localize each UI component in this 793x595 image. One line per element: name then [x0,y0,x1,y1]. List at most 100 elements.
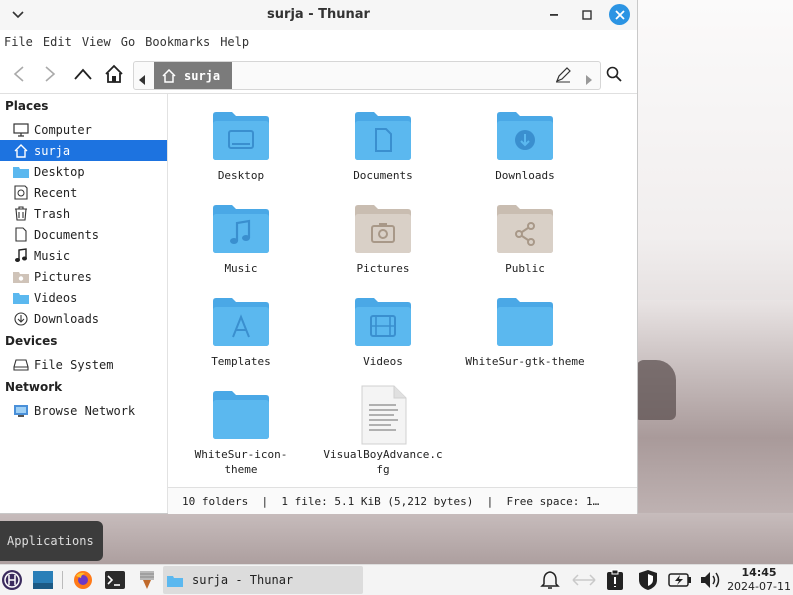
clock-date: 2024-07-11 [727,580,791,593]
taskbar-window-label: surja - Thunar [192,573,294,587]
file-label: WhiteSur-icon- theme [194,448,288,476]
sidebar-item-music[interactable]: Music [0,245,167,266]
sidebar-item-videos[interactable]: Videos [0,287,167,308]
desktop-wallpaper-lower [0,513,793,564]
location-bar[interactable]: surja [133,61,601,90]
folder-item[interactable]: Music [170,199,312,276]
file-label: Public [505,262,545,275]
sidebar-item-label: Music [34,248,71,263]
folder-icon [495,292,555,352]
clock-time: 14:45 [741,566,777,579]
sidebar-item-browse-network[interactable]: Browse Network [0,400,167,421]
clock[interactable]: 14:45 2024-07-11 [727,566,791,594]
folder-item[interactable]: Downloads [454,106,596,183]
file-item[interactable]: VisualBoyAdvance.c fg [312,385,454,477]
archive-manager-icon[interactable] [135,568,159,592]
folder-item[interactable]: Pictures [312,199,454,276]
menu-edit[interactable]: Edit [39,33,76,55]
sidebar-item-label: Downloads [34,311,100,326]
sidebar-item-desktop[interactable]: Desktop [0,161,167,182]
folder-music-icon [211,199,271,259]
path-scroll-right-icon[interactable] [585,70,593,89]
sidebar-item-label: surja [34,143,71,158]
folder-item[interactable]: Public [454,199,596,276]
terminal-icon[interactable] [103,568,127,592]
sidebar-item-recent[interactable]: Recent [0,182,167,203]
search-icon[interactable] [601,61,627,87]
edit-location-icon[interactable] [555,67,571,87]
sidebar-item-label: Videos [34,290,78,305]
home-icon[interactable] [101,61,127,87]
file-label: Desktop [217,169,265,182]
file-label: WhiteSur-gtk-theme [465,355,585,368]
parent-folder-up-icon[interactable] [70,61,96,87]
folder-desktop-icon [211,106,271,166]
close-icon[interactable] [609,4,630,25]
clipboard-icon[interactable] [604,568,626,592]
notification-bell-icon[interactable] [539,568,561,592]
recent-icon [13,185,29,201]
thunar-window: surja - Thunar File Edit View Go Bookmar… [0,0,638,514]
text-file-icon [353,385,413,445]
title-bar[interactable]: surja - Thunar [0,0,637,30]
desktop-folder-icon [13,164,29,180]
folder-icon [211,385,271,445]
sidebar-heading-places: Places [5,99,49,113]
folder-item[interactable]: WhiteSur-icon- theme [170,385,312,477]
maximize-icon[interactable] [577,5,597,25]
file-label: Pictures [356,262,410,275]
sidebar-item-documents[interactable]: Documents [0,224,167,245]
menu-help[interactable]: Help [216,33,253,55]
folder-item[interactable]: Documents [312,106,454,183]
path-scroll-left-icon[interactable] [138,70,146,89]
folder-public-icon [495,199,555,259]
show-desktop-icon[interactable] [31,568,55,592]
network-transfer-icon[interactable] [571,568,597,592]
battery-charging-icon[interactable] [667,568,693,592]
folder-item[interactable]: Videos [312,292,454,369]
drive-icon [13,357,29,373]
sidebar-item-trash[interactable]: Trash [0,203,167,224]
volume-icon[interactable] [699,568,723,592]
folder-item[interactable]: WhiteSur-gtk-theme [454,292,596,369]
menu-go[interactable]: Go [117,33,139,55]
forward-arrow-icon[interactable] [37,61,63,87]
sidebar-item-computer[interactable]: Computer [0,119,167,140]
folder-icon [167,574,183,587]
file-label: Documents [353,169,413,182]
applications-tooltip: Applications [0,521,103,561]
back-arrow-icon[interactable] [6,61,32,87]
taskbar-window-thunar[interactable]: surja - Thunar [163,566,363,594]
shield-icon[interactable] [636,568,660,592]
sidebar-item-downloads[interactable]: Downloads [0,308,167,329]
sidebar-item-label: Desktop [34,164,85,179]
folder-documents-icon [353,106,413,166]
minimize-icon[interactable] [544,5,564,25]
menu-view[interactable]: View [78,33,115,55]
sidebar: Places Computer surja Desktop Recent Tra… [0,94,168,513]
sidebar-item-file-system[interactable]: File System [0,354,167,375]
folder-item[interactable]: Desktop [170,106,312,183]
status-folders: 10 folders [182,494,249,508]
sidebar-item-label: Recent [34,185,78,200]
sidebar-item-pictures[interactable]: Pictures [0,266,167,287]
sidebar-item-label: Documents [34,227,100,242]
folder-templates-icon [211,292,271,352]
sidebar-heading-network: Network [5,380,63,394]
home-icon [13,143,29,159]
sidebar-item-home[interactable]: surja [0,140,167,161]
folder-pictures-icon [353,199,413,259]
network-icon [13,403,29,419]
folder-item[interactable]: Templates [170,292,312,369]
status-separator: | [473,494,507,508]
menu-bookmarks[interactable]: Bookmarks [141,33,214,55]
path-button-home[interactable]: surja [154,62,232,89]
sidebar-item-label: Pictures [34,269,92,284]
menu-file[interactable]: File [0,33,37,55]
sidebar-heading-devices: Devices [5,334,58,348]
whisker-menu-icon[interactable] [0,568,24,592]
firefox-icon[interactable] [71,568,95,592]
folder-downloads-icon [495,106,555,166]
sidebar-item-label: Browse Network [34,403,136,418]
taskbar-separator [62,571,63,589]
